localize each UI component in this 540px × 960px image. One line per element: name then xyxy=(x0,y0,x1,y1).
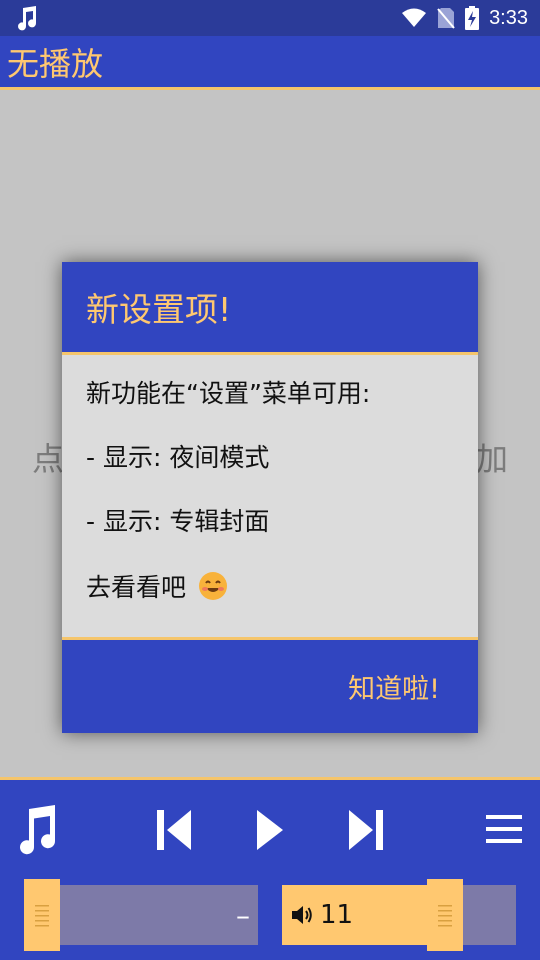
player-bar: – 11 xyxy=(0,777,540,960)
smiling-face-emoji-icon xyxy=(198,571,228,601)
music-note-icon xyxy=(16,5,38,31)
dialog-body: 新功能在“设置”菜单可用: - 显示: 夜间模式 - 显示: 专辑封面 去看看吧 xyxy=(62,355,478,637)
speaker-icon xyxy=(292,906,312,924)
menu-icon[interactable] xyxy=(484,812,524,846)
previous-track-icon[interactable] xyxy=(154,808,194,852)
dialog-line: - 显示: 夜间模式 xyxy=(86,443,270,472)
grip-icon xyxy=(35,905,49,927)
seek-thumb[interactable] xyxy=(24,879,60,951)
dialog-header: 新设置项! xyxy=(62,262,478,355)
dialog-line: 新功能在“设置”菜单可用: xyxy=(86,379,371,408)
no-sim-icon xyxy=(437,7,455,29)
dialog-line-last: 去看看吧 xyxy=(86,571,454,635)
new-settings-dialog: 新设置项! 新功能在“设置”菜单可用: - 显示: 夜间模式 - 显示: 专辑封… xyxy=(62,262,478,733)
volume-thumb[interactable] xyxy=(427,879,463,951)
background-hint-left: 点 xyxy=(32,440,65,478)
volume-value: 11 xyxy=(320,900,354,930)
dialog-line: - 显示: 专辑封面 xyxy=(86,507,270,536)
volume-slider[interactable]: 11 xyxy=(282,879,516,951)
dialog-footer: 知道啦! xyxy=(62,637,478,733)
seek-time-text: – xyxy=(236,899,250,932)
status-bar: 3:33 xyxy=(0,0,540,36)
dialog-line-text: 去看看吧 xyxy=(86,573,187,602)
page-title: 无播放 xyxy=(7,44,104,83)
play-icon[interactable] xyxy=(254,808,286,852)
grip-icon xyxy=(438,905,452,927)
wifi-icon xyxy=(401,8,427,28)
got-it-button[interactable]: 知道啦! xyxy=(348,667,440,706)
app-bar: 无播放 xyxy=(0,36,540,90)
background-hint-right: 加 xyxy=(476,440,509,478)
status-time: 3:33 xyxy=(489,6,528,29)
battery-charging-icon xyxy=(465,6,480,30)
seek-bar[interactable]: – xyxy=(24,879,258,951)
music-library-icon[interactable] xyxy=(14,804,58,856)
volume-label: 11 xyxy=(290,885,353,945)
next-track-icon[interactable] xyxy=(346,808,386,852)
dialog-title: 新设置项! xyxy=(86,290,232,329)
